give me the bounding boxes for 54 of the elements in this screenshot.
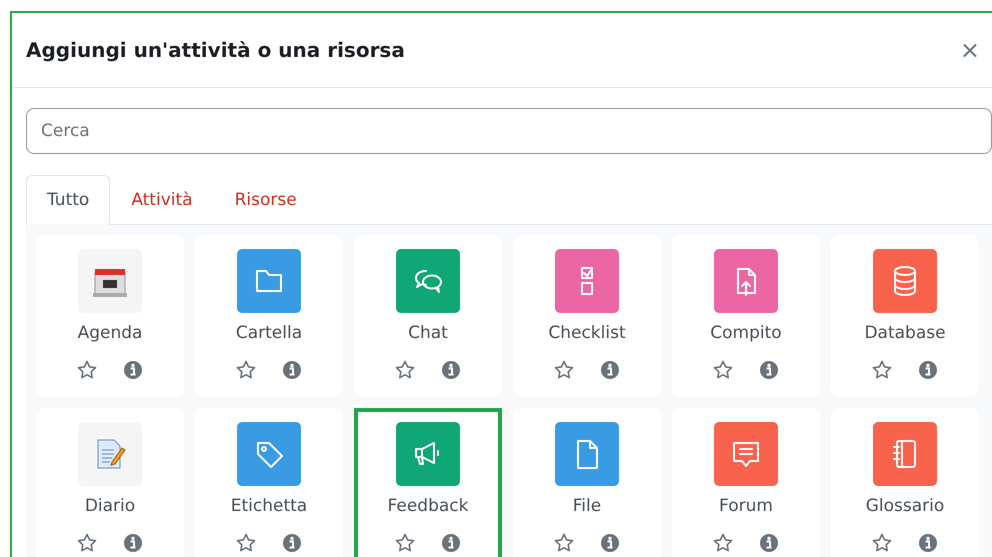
star-icon[interactable] [871,532,893,554]
activity-name: Forum [719,496,773,516]
activity-card[interactable]: Etichetta [195,408,343,557]
star-icon[interactable] [235,359,257,381]
star-icon[interactable] [712,532,734,554]
star-icon[interactable] [553,532,575,554]
star-icon[interactable] [394,359,416,381]
activity-name: Checklist [548,323,626,343]
info-icon[interactable] [758,532,780,554]
tab[interactable]: Risorse [214,175,318,225]
star-icon[interactable] [553,359,575,381]
activity-card[interactable]: Chat [354,235,502,397]
info-icon[interactable] [122,359,144,381]
tab[interactable]: Tutto [26,175,110,225]
activity-name: File [572,496,602,516]
info-icon[interactable] [599,532,621,554]
activity-card[interactable]: Compito [672,235,820,397]
star-icon[interactable] [76,532,98,554]
info-icon[interactable] [758,359,780,381]
activity-card[interactable]: Agenda [36,235,184,397]
activity-name: Feedback [388,496,468,516]
activity-name: Database [864,323,946,343]
activity-name: Agenda [78,323,142,343]
activity-card[interactable]: Database [831,235,979,397]
search-field[interactable]: Cerca [26,108,992,154]
info-icon[interactable] [440,359,462,381]
tab[interactable]: Attività [110,175,214,225]
activity-name: Glossario [866,496,944,516]
star-icon[interactable] [235,532,257,554]
activity-name: Cartella [236,323,302,343]
activity-name: Chat [408,323,448,343]
activity-card[interactable]: File [513,408,661,557]
activity-card[interactable]: Cartella [195,235,343,397]
info-icon[interactable] [599,359,621,381]
dialog-title: Aggiungi un'attività o una risorsa [26,38,405,62]
activity-name: Etichetta [230,496,308,516]
star-icon[interactable] [871,359,893,381]
star-icon[interactable] [76,359,98,381]
activity-name: Diario [84,496,136,516]
info-icon[interactable] [122,532,144,554]
star-icon[interactable] [394,532,416,554]
info-icon[interactable] [917,532,939,554]
info-icon[interactable] [917,359,939,381]
highlighted-activity-card[interactable]: Feedback [354,408,502,557]
activity-card[interactable]: Forum [672,408,820,557]
info-icon[interactable] [440,532,462,554]
close-button[interactable]: × [956,36,984,64]
info-icon[interactable] [281,532,303,554]
info-icon[interactable] [281,359,303,381]
activity-card[interactable]: Glossario [831,408,979,557]
activity-name: Compito [710,323,782,343]
star-icon[interactable] [712,359,734,381]
activity-card[interactable]: Checklist [513,235,661,397]
activity-card[interactable]: Diario [36,408,184,557]
